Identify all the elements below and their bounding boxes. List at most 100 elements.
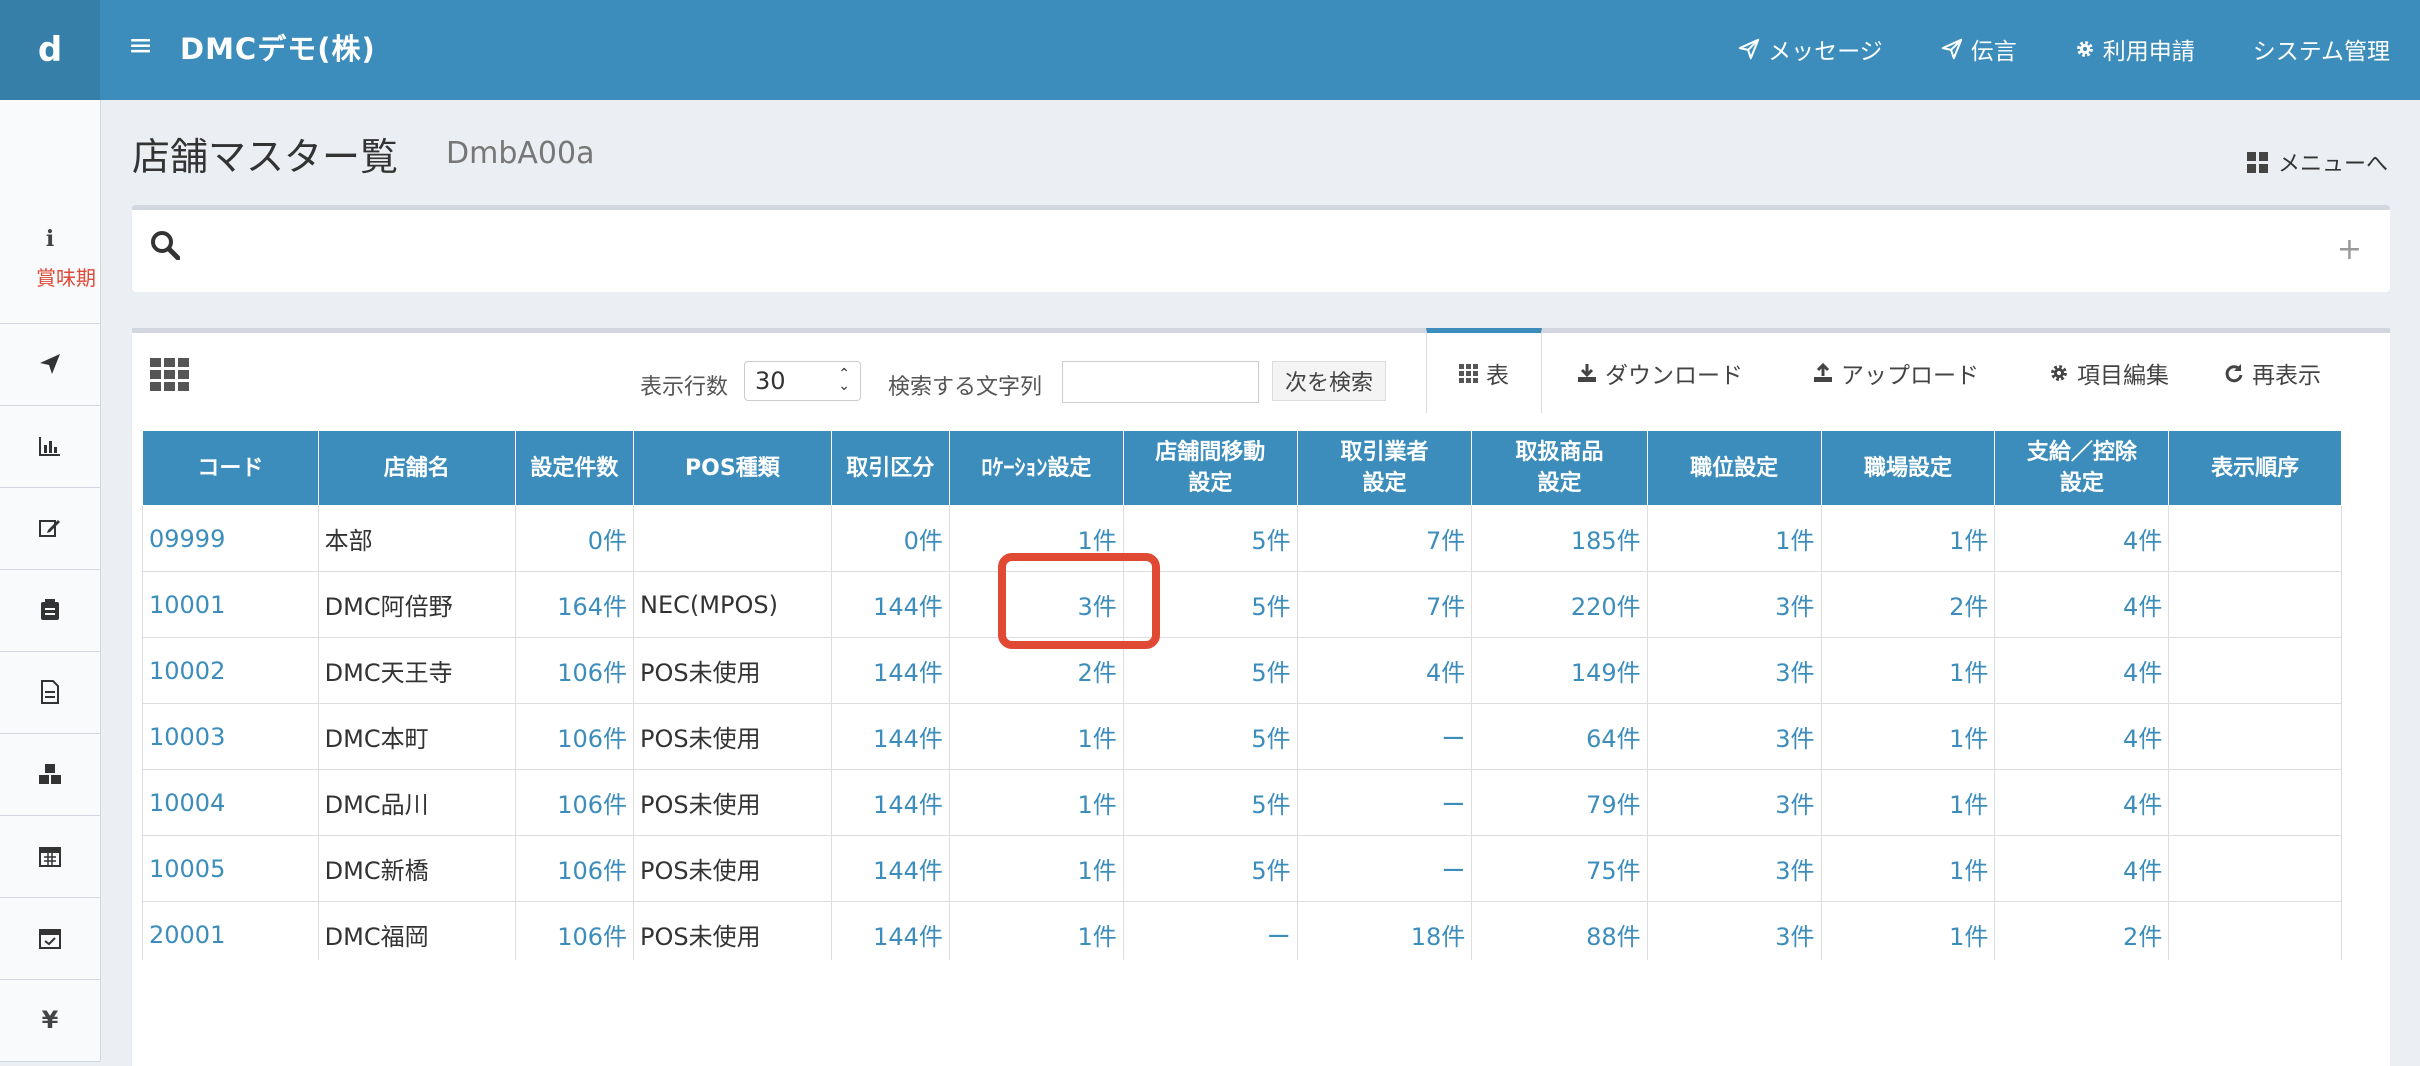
table-row[interactable]: 10003 DMC本町 106件 POS未使用 144件 1件 5件ー 64件 3件 1件 4件	[142, 703, 2342, 770]
next-search-button[interactable]: 次を検索	[1272, 361, 1386, 401]
tab-upload[interactable]: アップロード	[1778, 333, 2014, 413]
cell-setting-count[interactable]: 106件	[514, 835, 635, 902]
cell-products[interactable]: 185件	[1471, 505, 1648, 572]
cell-location-setting[interactable]: 1件	[948, 505, 1124, 572]
cell-vendor[interactable]: 7件	[1296, 505, 1473, 572]
cell-vendor[interactable]: 18件	[1296, 901, 1473, 960]
table-row[interactable]: 10002 DMC天王寺 106件 POS未使用 144件 2件 5件 4件 149件 3件 1件 4…	[142, 637, 2342, 704]
column-header-pos-type[interactable]: POS種類	[633, 430, 832, 506]
cell-pay-deduction[interactable]: 4件	[1994, 769, 2170, 836]
apps-grid-icon[interactable]	[150, 358, 189, 391]
column-header-store-transfer[interactable]: 店舗間移動 設定	[1122, 430, 1298, 506]
cell-store-transfer[interactable]: 5件	[1122, 637, 1298, 704]
search-string-input[interactable]	[1062, 361, 1259, 403]
menu-link[interactable]: メニューへ	[2246, 146, 2388, 178]
cell-vendor[interactable]: ー	[1296, 703, 1473, 770]
column-header-workplace[interactable]: 職場設定	[1820, 430, 1996, 506]
cell-store-transfer[interactable]: 5件	[1122, 571, 1298, 638]
cell-products[interactable]: 64件	[1471, 703, 1648, 770]
cell-setting-count[interactable]: 106件	[514, 703, 635, 770]
column-header-code[interactable]: コード	[142, 430, 319, 506]
cell-pay-deduction[interactable]: 4件	[1994, 835, 2170, 902]
cell-transaction-type[interactable]: 144件	[830, 901, 950, 960]
column-header-store-name[interactable]: 店舗名	[317, 430, 516, 506]
sidebar-item-documents[interactable]	[0, 651, 100, 734]
cell-position[interactable]: 3件	[1646, 835, 1822, 902]
cell-vendor[interactable]: ー	[1296, 769, 1473, 836]
cell-workplace[interactable]: 1件	[1820, 505, 1996, 572]
cell-products[interactable]: 88件	[1471, 901, 1648, 960]
cell-location-setting[interactable]: 1件	[948, 835, 1124, 902]
cell-products[interactable]: 79件	[1471, 769, 1648, 836]
cell-setting-count[interactable]: 106件	[514, 637, 635, 704]
cell-position[interactable]: 3件	[1646, 769, 1822, 836]
sidebar-item-info[interactable]: i 賞味期	[0, 100, 100, 324]
cell-code[interactable]: 10001	[142, 571, 319, 638]
table-row[interactable]: 10004 DMC品川 106件 POS未使用 144件 1件 5件ー 79件 3件 1件 4件	[142, 769, 2342, 836]
cell-location-setting[interactable]: 3件	[948, 571, 1124, 638]
table-row[interactable]: 10001 DMC阿倍野 164件 NEC(MPOS) 144件 3件 5件 7件 220件 3件…	[142, 571, 2342, 638]
expand-plus-icon[interactable]: +	[2337, 232, 2362, 267]
cell-location-setting[interactable]: 1件	[948, 769, 1124, 836]
cell-products[interactable]: 220件	[1471, 571, 1648, 638]
cell-setting-count[interactable]: 106件	[514, 901, 635, 960]
sidebar-item-register[interactable]	[0, 569, 100, 652]
cell-pay-deduction[interactable]: 4件	[1994, 637, 2170, 704]
cell-transaction-type[interactable]: 144件	[830, 703, 950, 770]
sidebar-item-products[interactable]	[0, 733, 100, 816]
cell-position[interactable]: 3件	[1646, 637, 1822, 704]
cell-position[interactable]: 3件	[1646, 571, 1822, 638]
sidebar-item-reports[interactable]	[0, 405, 100, 488]
cell-vendor[interactable]: 7件	[1296, 571, 1473, 638]
nav-system-admin[interactable]: システム管理	[2253, 32, 2390, 66]
nav-usage-request[interactable]: 利用申請	[2075, 32, 2195, 66]
cell-pay-deduction[interactable]: 2件	[1994, 901, 2170, 960]
tab-edit-items[interactable]: 項目編集	[2014, 333, 2204, 413]
cell-setting-count[interactable]: 0件	[514, 505, 635, 572]
table-scroll-area[interactable]: コード 店舗名 設定件数 POS種類 取引区分 ﾛｹｰｼｮﾝ設定 店舗間移動 設…	[142, 430, 2342, 960]
cell-store-transfer[interactable]: ー	[1122, 901, 1298, 960]
cell-setting-count[interactable]: 106件	[514, 769, 635, 836]
nav-memo[interactable]: 伝言	[1941, 32, 2017, 66]
cell-transaction-type[interactable]: 144件	[830, 835, 950, 902]
cell-store-transfer[interactable]: 5件	[1122, 703, 1298, 770]
cell-workplace[interactable]: 1件	[1820, 901, 1996, 960]
cell-position[interactable]: 3件	[1646, 901, 1822, 960]
sidebar-item-calendar[interactable]	[0, 815, 100, 898]
cell-code[interactable]: 10002	[142, 637, 319, 704]
cell-pay-deduction[interactable]: 4件	[1994, 505, 2170, 572]
column-header-vendor[interactable]: 取引業者 設定	[1296, 430, 1473, 506]
cell-store-transfer[interactable]: 5件	[1122, 769, 1298, 836]
cell-vendor[interactable]: 4件	[1296, 637, 1473, 704]
tab-refresh[interactable]: 再表示	[2204, 333, 2341, 413]
cell-transaction-type[interactable]: 144件	[830, 637, 950, 704]
sidebar-item-schedule[interactable]	[0, 897, 100, 980]
cell-transaction-type[interactable]: 144件	[830, 769, 950, 836]
cell-setting-count[interactable]: 164件	[514, 571, 635, 638]
tab-table[interactable]: 表	[1426, 328, 1542, 413]
sidebar-item-payments[interactable]: ¥	[0, 979, 100, 1062]
table-row[interactable]: 10005 DMC新橋 106件 POS未使用 144件 1件 5件ー 75件 3件 1件 4件	[142, 835, 2342, 902]
cell-workplace[interactable]: 1件	[1820, 769, 1996, 836]
cell-code[interactable]: 10003	[142, 703, 319, 770]
cell-workplace[interactable]: 1件	[1820, 835, 1996, 902]
cell-products[interactable]: 149件	[1471, 637, 1648, 704]
column-header-pay-deduction[interactable]: 支給／控除 設定	[1994, 430, 2170, 506]
brand-logo[interactable]: d	[0, 0, 100, 100]
column-header-display-order[interactable]: 表示順序	[2168, 430, 2342, 506]
cell-position[interactable]: 1件	[1646, 505, 1822, 572]
cell-vendor[interactable]: ー	[1296, 835, 1473, 902]
column-header-location-setting[interactable]: ﾛｹｰｼｮﾝ設定	[948, 430, 1124, 506]
cell-code[interactable]: 09999	[142, 505, 319, 572]
column-header-position[interactable]: 職位設定	[1646, 430, 1822, 506]
cell-pay-deduction[interactable]: 4件	[1994, 571, 2170, 638]
cell-code[interactable]: 10004	[142, 769, 319, 836]
cell-location-setting[interactable]: 1件	[948, 703, 1124, 770]
table-row[interactable]: 20001 DMC福岡 106件 POS未使用 144件 1件ー 18件 88件 3件 1件 2件	[142, 901, 2342, 960]
cell-pay-deduction[interactable]: 4件	[1994, 703, 2170, 770]
cell-workplace[interactable]: 1件	[1820, 703, 1996, 770]
column-header-products[interactable]: 取扱商品 設定	[1471, 430, 1648, 506]
cell-products[interactable]: 75件	[1471, 835, 1648, 902]
cell-transaction-type[interactable]: 144件	[830, 571, 950, 638]
cell-store-transfer[interactable]: 5件	[1122, 505, 1298, 572]
